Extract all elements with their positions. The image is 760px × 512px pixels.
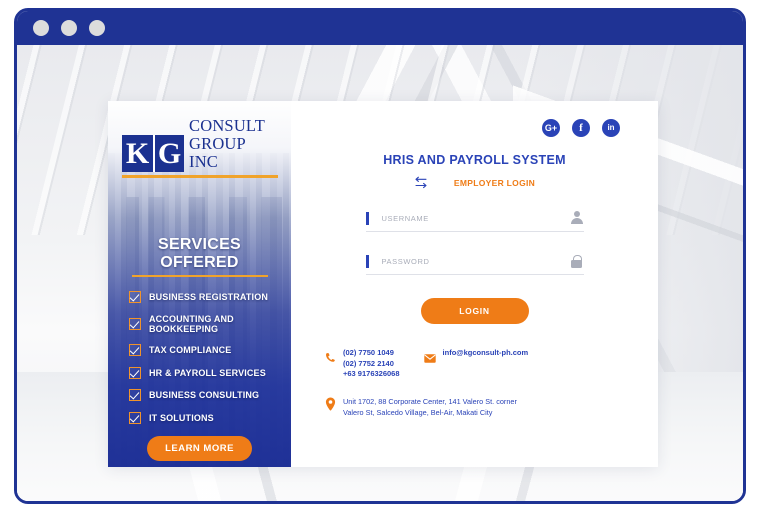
employer-login-row: EMPLOYER LOGIN [317, 176, 632, 189]
envelope-icon [423, 350, 436, 363]
service-item: BUSINESS CONSULTING [129, 389, 277, 401]
login-button[interactable]: LOGIN [420, 298, 529, 324]
phone-line-2: (02) 7752 2140 [343, 358, 394, 368]
service-label: IT SOLUTIONS [149, 412, 214, 423]
logo-letter-k: K [122, 135, 153, 172]
page-viewport: K G CONSULT GROUP INC SERVICES OFFERED B… [17, 45, 743, 501]
phone-contact-block: (02) 7750 1049 (02) 7752 2140 +63 917632… [325, 348, 400, 380]
minimize-dot[interactable] [61, 20, 77, 36]
phone-line-1: (02) 7750 1049 [343, 348, 394, 357]
linkedin-icon[interactable]: in [602, 119, 620, 137]
phone-icon [325, 350, 336, 362]
location-pin-icon [325, 397, 336, 411]
maximize-dot[interactable] [89, 20, 105, 36]
check-icon [129, 389, 141, 401]
logo-word-consult: CONSULT [189, 116, 265, 135]
email-contact-block: info@kgconsult-ph.com [423, 348, 529, 380]
address-text: Unit 1702, 88 Corporate Center, 141 Vale… [343, 396, 517, 417]
close-dot[interactable] [33, 20, 49, 36]
logo-gold-rule [122, 175, 278, 178]
learn-more-button[interactable]: LEARN MORE [147, 435, 252, 461]
contact-row: (02) 7750 1049 (02) 7752 2140 +63 917632… [317, 348, 632, 380]
services-offered-heading: SERVICES OFFERED [157, 236, 242, 271]
field-accent-bar [365, 254, 369, 268]
logo-letter-boxes: K G [122, 135, 184, 172]
facebook-icon[interactable]: f [572, 119, 590, 137]
switch-arrows-icon [414, 176, 428, 189]
address-block: Unit 1702, 88 Corporate Center, 141 Vale… [317, 396, 632, 418]
google-plus-icon[interactable]: G+ [542, 119, 560, 137]
social-links: G+ f in [317, 119, 632, 137]
services-heading-rule [131, 275, 268, 277]
field-accent-bar [365, 211, 369, 225]
browser-title-bar [17, 11, 743, 45]
service-item: ACCOUNTING AND BOOKKEEPING [129, 314, 277, 334]
service-item: TAX COMPLIANCE [129, 344, 277, 356]
check-icon [129, 291, 141, 303]
check-icon [129, 317, 141, 330]
service-label: ACCOUNTING AND BOOKKEEPING [149, 313, 234, 334]
password-field[interactable] [365, 254, 584, 275]
page-title: HRIS AND PAYROLL SYSTEM [383, 153, 566, 167]
brand-panel: K G CONSULT GROUP INC SERVICES OFFERED B… [108, 101, 291, 467]
phone-numbers: (02) 7750 1049 (02) 7752 2140 +63 917632… [343, 348, 400, 380]
lock-icon [570, 254, 584, 268]
service-item: BUSINESS REGISTRATION [129, 291, 277, 303]
person-icon [570, 211, 584, 225]
email-address[interactable]: info@kgconsult-ph.com [443, 348, 529, 359]
service-label: BUSINESS REGISTRATION [149, 292, 268, 302]
service-label: HR & PAYROLL SERVICES [149, 367, 266, 378]
logo-wordmark: CONSULT GROUP INC [184, 117, 277, 172]
kg-consult-logo: K G CONSULT GROUP INC [122, 117, 277, 172]
services-list: BUSINESS REGISTRATION ACCOUNTING AND BOO… [122, 291, 277, 424]
username-input[interactable] [381, 213, 570, 223]
service-label: BUSINESS CONSULTING [149, 390, 260, 400]
check-icon [129, 366, 141, 379]
logo-word-group-inc: GROUP INC [189, 134, 246, 171]
phone-line-3: +63 9176326068 [343, 369, 400, 378]
browser-window: K G CONSULT GROUP INC SERVICES OFFERED B… [14, 8, 746, 504]
username-field[interactable] [365, 211, 584, 232]
service-item: HR & PAYROLL SERVICES [129, 366, 277, 379]
logo-letter-g: G [153, 135, 184, 172]
check-icon [129, 344, 141, 356]
service-item: IT SOLUTIONS [129, 411, 277, 424]
service-label: TAX COMPLIANCE [149, 345, 232, 355]
password-input[interactable] [381, 256, 570, 266]
login-card: K G CONSULT GROUP INC SERVICES OFFERED B… [108, 101, 658, 467]
check-icon [129, 411, 141, 424]
login-form-panel: G+ f in HRIS AND PAYROLL SYSTEM EMPLOYER… [291, 101, 658, 467]
employer-login-link[interactable]: EMPLOYER LOGIN [454, 178, 535, 188]
